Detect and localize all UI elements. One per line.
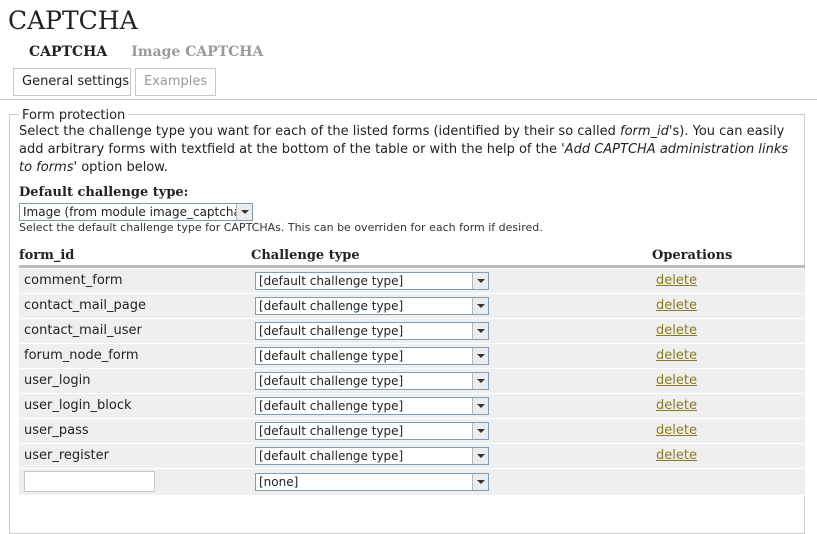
challenge-select[interactable]: [default challenge type] xyxy=(255,447,489,465)
table-row: contact_mail_page [default challenge typ… xyxy=(19,294,805,319)
delete-link[interactable]: delete xyxy=(656,348,697,363)
chevron-down-icon xyxy=(472,373,488,389)
challenge-select[interactable]: [default challenge type] xyxy=(255,322,489,340)
delete-link[interactable]: delete xyxy=(656,423,697,438)
form-protection-description: Select the challenge type you want for e… xyxy=(19,123,799,177)
chevron-down-icon xyxy=(472,298,488,314)
chevron-down-icon xyxy=(472,323,488,339)
challenge-value: [default challenge type] xyxy=(259,449,404,463)
challenge-select[interactable]: [default challenge type] xyxy=(255,297,489,315)
default-challenge-select[interactable]: Image (from module image_captcha) xyxy=(19,203,253,221)
table-row: contact_mail_user [default challenge typ… xyxy=(19,319,805,344)
tab-captcha[interactable]: CAPTCHA xyxy=(29,44,107,60)
delete-link[interactable]: delete xyxy=(656,298,697,313)
challenge-value: [default challenge type] xyxy=(259,324,404,338)
challenge-value: [default challenge type] xyxy=(259,299,404,313)
table-row: comment_form [default challenge type] de… xyxy=(19,269,805,294)
table-row: user_login_block [default challenge type… xyxy=(19,394,805,419)
form-id-cell: contact_mail_page xyxy=(24,298,146,313)
secondary-tabs: General settings Examples xyxy=(0,68,817,100)
delete-link[interactable]: delete xyxy=(656,273,697,288)
new-form-id-input[interactable] xyxy=(24,471,155,492)
delete-link[interactable]: delete xyxy=(656,448,697,463)
tab-examples[interactable]: Examples xyxy=(135,68,217,96)
default-challenge-label: Default challenge type: xyxy=(19,185,189,200)
header-form-id: form_id xyxy=(19,248,75,263)
chevron-down-icon xyxy=(472,423,488,439)
tab-image-captcha[interactable]: Image CAPTCHA xyxy=(131,44,263,60)
challenge-value: [default challenge type] xyxy=(259,424,404,438)
new-challenge-value: [none] xyxy=(259,475,299,489)
header-challenge-type: Challenge type xyxy=(251,248,360,263)
chevron-down-icon xyxy=(472,398,488,414)
table-row: forum_node_form [default challenge type]… xyxy=(19,344,805,369)
form-id-cell: user_pass xyxy=(24,423,89,438)
default-challenge-value: Image (from module image_captcha) xyxy=(23,205,246,219)
default-challenge-help: Select the default challenge type for CA… xyxy=(19,221,543,234)
challenge-select[interactable]: [default challenge type] xyxy=(255,372,489,390)
chevron-down-icon xyxy=(472,474,488,490)
form-id-cell: user_login_block xyxy=(24,398,132,413)
form-protection-legend: Form protection xyxy=(19,108,129,123)
delete-link[interactable]: delete xyxy=(656,373,697,388)
challenge-select[interactable]: [default challenge type] xyxy=(255,422,489,440)
table-row-new: [none] xyxy=(19,469,805,496)
challenge-value: [default challenge type] xyxy=(259,374,404,388)
chevron-down-icon xyxy=(472,273,488,289)
description-part1: Select the challenge type you want for e… xyxy=(19,124,621,139)
table-header-divider xyxy=(19,265,805,268)
delete-link[interactable]: delete xyxy=(656,398,697,413)
primary-tabs: CAPTCHA Image CAPTCHA xyxy=(29,44,287,60)
form-id-cell: forum_node_form xyxy=(24,348,139,363)
delete-link[interactable]: delete xyxy=(656,323,697,338)
challenge-select[interactable]: [default challenge type] xyxy=(255,272,489,290)
description-form-id: form_id xyxy=(620,124,669,139)
challenge-value: [default challenge type] xyxy=(259,399,404,413)
challenge-value: [default challenge type] xyxy=(259,274,404,288)
form-id-cell: contact_mail_user xyxy=(24,323,142,338)
challenge-select[interactable]: [default challenge type] xyxy=(255,397,489,415)
header-operations: Operations xyxy=(652,248,733,263)
form-id-cell: user_login xyxy=(24,373,91,388)
table-row: user_login [default challenge type] dele… xyxy=(19,369,805,394)
chevron-down-icon xyxy=(472,348,488,364)
chevron-down-icon xyxy=(472,448,488,464)
challenge-select[interactable]: [default challenge type] xyxy=(255,347,489,365)
page-title: CAPTCHA xyxy=(8,6,138,35)
description-part3: ' option below. xyxy=(73,160,168,175)
table-row: user_pass [default challenge type] delet… xyxy=(19,419,805,444)
form-id-cell: user_register xyxy=(24,448,109,463)
challenge-value: [default challenge type] xyxy=(259,349,404,363)
form-id-cell: comment_form xyxy=(24,273,123,288)
table-row: user_register [default challenge type] d… xyxy=(19,444,805,469)
new-challenge-select[interactable]: [none] xyxy=(255,473,489,491)
chevron-down-icon xyxy=(236,204,252,220)
tab-general-settings[interactable]: General settings xyxy=(13,68,131,96)
